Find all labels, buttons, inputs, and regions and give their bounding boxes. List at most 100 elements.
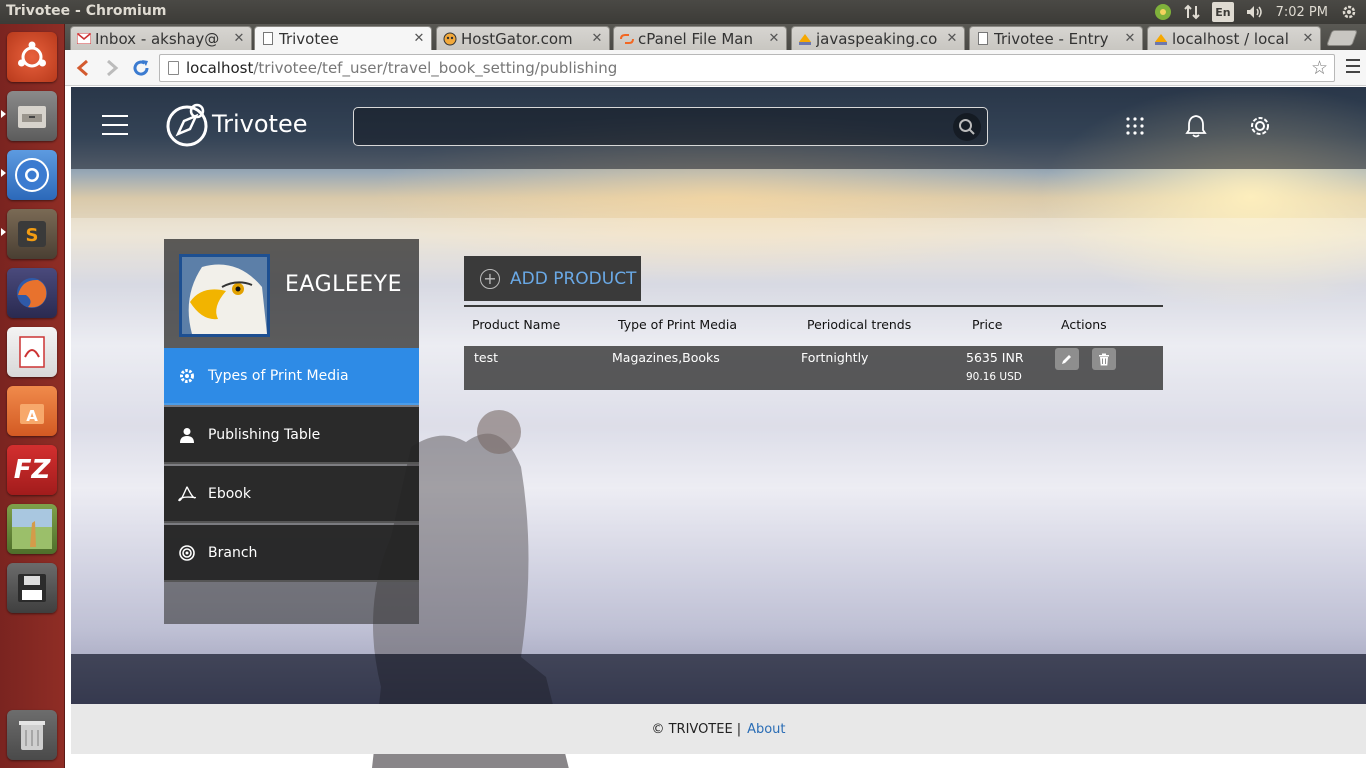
footer-copyright: © TRIVOTEE (651, 721, 733, 737)
keyboard-layout-indicator[interactable]: En (1212, 2, 1234, 22)
page-icon (976, 32, 990, 46)
phpmyadmin-icon (1154, 32, 1168, 46)
site-header: Trivotee (71, 87, 1366, 169)
hostgator-icon (443, 32, 457, 46)
trash-icon (1099, 353, 1109, 365)
close-icon[interactable]: ✕ (766, 31, 782, 46)
volume-icon[interactable] (1246, 2, 1264, 22)
compass-logo-icon (166, 103, 208, 147)
hamburger-menu-icon[interactable] (102, 115, 128, 135)
trash-icon[interactable] (7, 710, 57, 760)
delete-button[interactable] (1092, 348, 1116, 370)
site-footer: © TRIVOTEE | About (71, 704, 1366, 754)
side-menu-label: Publishing Table (208, 426, 321, 443)
tab-trivotee[interactable]: Trivotee ✕ (254, 26, 432, 50)
settings-gear-icon[interactable] (1245, 111, 1275, 141)
document-viewer-icon[interactable] (7, 327, 57, 377)
browser-window: Inbox - akshay@ ✕ Trivotee ✕ HostGator.c… (65, 24, 1366, 768)
close-icon[interactable]: ✕ (1300, 31, 1316, 46)
tab-hostgator[interactable]: HostGator.com ✕ (436, 26, 610, 50)
running-indicator (1, 228, 6, 236)
url-path: /trivotee/tef_user/travel_book_setting/p… (253, 59, 618, 77)
page-bottom-band (71, 654, 1366, 704)
close-icon[interactable]: ✕ (231, 31, 247, 46)
reload-button[interactable] (129, 56, 153, 80)
tab-label: Inbox - akshay@ (95, 29, 220, 48)
side-menu-ebook[interactable]: Ebook (164, 466, 419, 523)
close-icon[interactable]: ✕ (944, 31, 960, 46)
column-header-product-name: Product Name (472, 317, 561, 332)
power-gear-icon[interactable] (1340, 2, 1358, 22)
profile-sidebar: EAGLEEYE Types of Print Media Publishing… (164, 239, 419, 624)
edit-button[interactable] (1055, 348, 1079, 370)
network-icon[interactable] (1184, 2, 1200, 22)
side-menu-branch[interactable]: Branch (164, 525, 419, 582)
tab-javaspeaking[interactable]: javaspeaking.co ✕ (791, 26, 965, 50)
address-bar[interactable]: localhost/trivotee/tef_user/travel_book_… (159, 54, 1335, 82)
sublime-text-icon[interactable]: S (7, 209, 57, 259)
tab-label: localhost / local (1172, 29, 1289, 48)
phpmyadmin-icon (798, 32, 812, 46)
side-menu-label: Types of Print Media (208, 367, 349, 384)
tab-trivotee-entry[interactable]: Trivotee - Entry ✕ (969, 26, 1143, 50)
bookmark-star-icon[interactable]: ☆ (1311, 57, 1328, 79)
web-page: Trivotee EAGLEEYE Types of Print Media P… (71, 87, 1366, 768)
chromium-indicator-icon[interactable] (1154, 2, 1172, 22)
gmail-icon (77, 32, 91, 46)
svg-text:S: S (26, 225, 39, 246)
chromium-icon[interactable] (7, 150, 57, 200)
tab-label: Trivotee (279, 29, 339, 48)
column-header-price: Price (972, 317, 1003, 332)
tab-label: javaspeaking.co (816, 29, 938, 48)
browser-toolbar: localhost/trivotee/tef_user/travel_book_… (65, 50, 1366, 86)
logo-text: Trivotee (212, 110, 308, 138)
tab-localhost-phpmyadmin[interactable]: localhost / local ✕ (1147, 26, 1321, 50)
cell-price-inr: 5635 INR (966, 350, 1024, 365)
trivotee-logo[interactable]: Trivotee (164, 101, 308, 147)
svg-text:A: A (26, 407, 38, 425)
apps-grid-icon[interactable] (1120, 111, 1150, 141)
software-center-icon[interactable]: A (7, 386, 57, 436)
page-icon (168, 61, 179, 75)
close-icon[interactable]: ✕ (1122, 31, 1138, 46)
side-menu-publishing-table[interactable]: Publishing Table (164, 407, 419, 464)
table-divider (464, 305, 1163, 307)
image-viewer-icon[interactable] (7, 504, 57, 554)
add-product-button[interactable]: + ADD PRODUCT (464, 256, 641, 301)
gear-icon (178, 367, 196, 385)
running-indicator (1, 169, 6, 177)
eagle-avatar-image (182, 257, 267, 334)
forward-button[interactable] (100, 56, 124, 80)
target-icon (178, 544, 196, 562)
firefox-icon[interactable] (7, 268, 57, 318)
side-menu-types-of-print-media[interactable]: Types of Print Media (164, 348, 419, 405)
new-tab-button[interactable] (1326, 30, 1358, 46)
cpanel-icon (620, 32, 634, 46)
filezilla-icon[interactable]: FZ (7, 445, 57, 495)
close-icon[interactable]: ✕ (589, 31, 605, 46)
close-icon[interactable]: ✕ (411, 31, 427, 46)
back-button[interactable] (71, 56, 95, 80)
tab-cpanel[interactable]: cPanel File Man ✕ (613, 26, 787, 50)
save-disk-icon[interactable] (7, 563, 57, 613)
tab-label: cPanel File Man (638, 29, 753, 48)
files-icon[interactable] (7, 91, 57, 141)
notification-bell-icon[interactable] (1181, 111, 1211, 141)
window-title: Trivotee - Chromium (6, 3, 167, 19)
avatar[interactable] (179, 254, 270, 337)
cell-periodical: Fortnightly (801, 350, 869, 365)
side-menu-label: Branch (208, 544, 258, 561)
tab-gmail[interactable]: Inbox - akshay@ ✕ (70, 26, 252, 50)
url-host: localhost (186, 59, 254, 77)
tab-label: HostGator.com (461, 29, 573, 48)
column-header-periodical: Periodical trends (807, 317, 912, 332)
search-icon[interactable] (953, 113, 981, 141)
side-menu-label: Ebook (208, 485, 251, 502)
site-search-input[interactable] (353, 107, 988, 146)
pencil-icon (1062, 355, 1071, 364)
ubuntu-dash-icon[interactable] (7, 32, 57, 82)
unity-launcher: S A FZ (0, 24, 65, 768)
footer-about-link[interactable]: About (747, 722, 785, 737)
clock[interactable]: 7:02 PM (1276, 2, 1328, 22)
chrome-menu-icon[interactable] (1346, 59, 1360, 75)
